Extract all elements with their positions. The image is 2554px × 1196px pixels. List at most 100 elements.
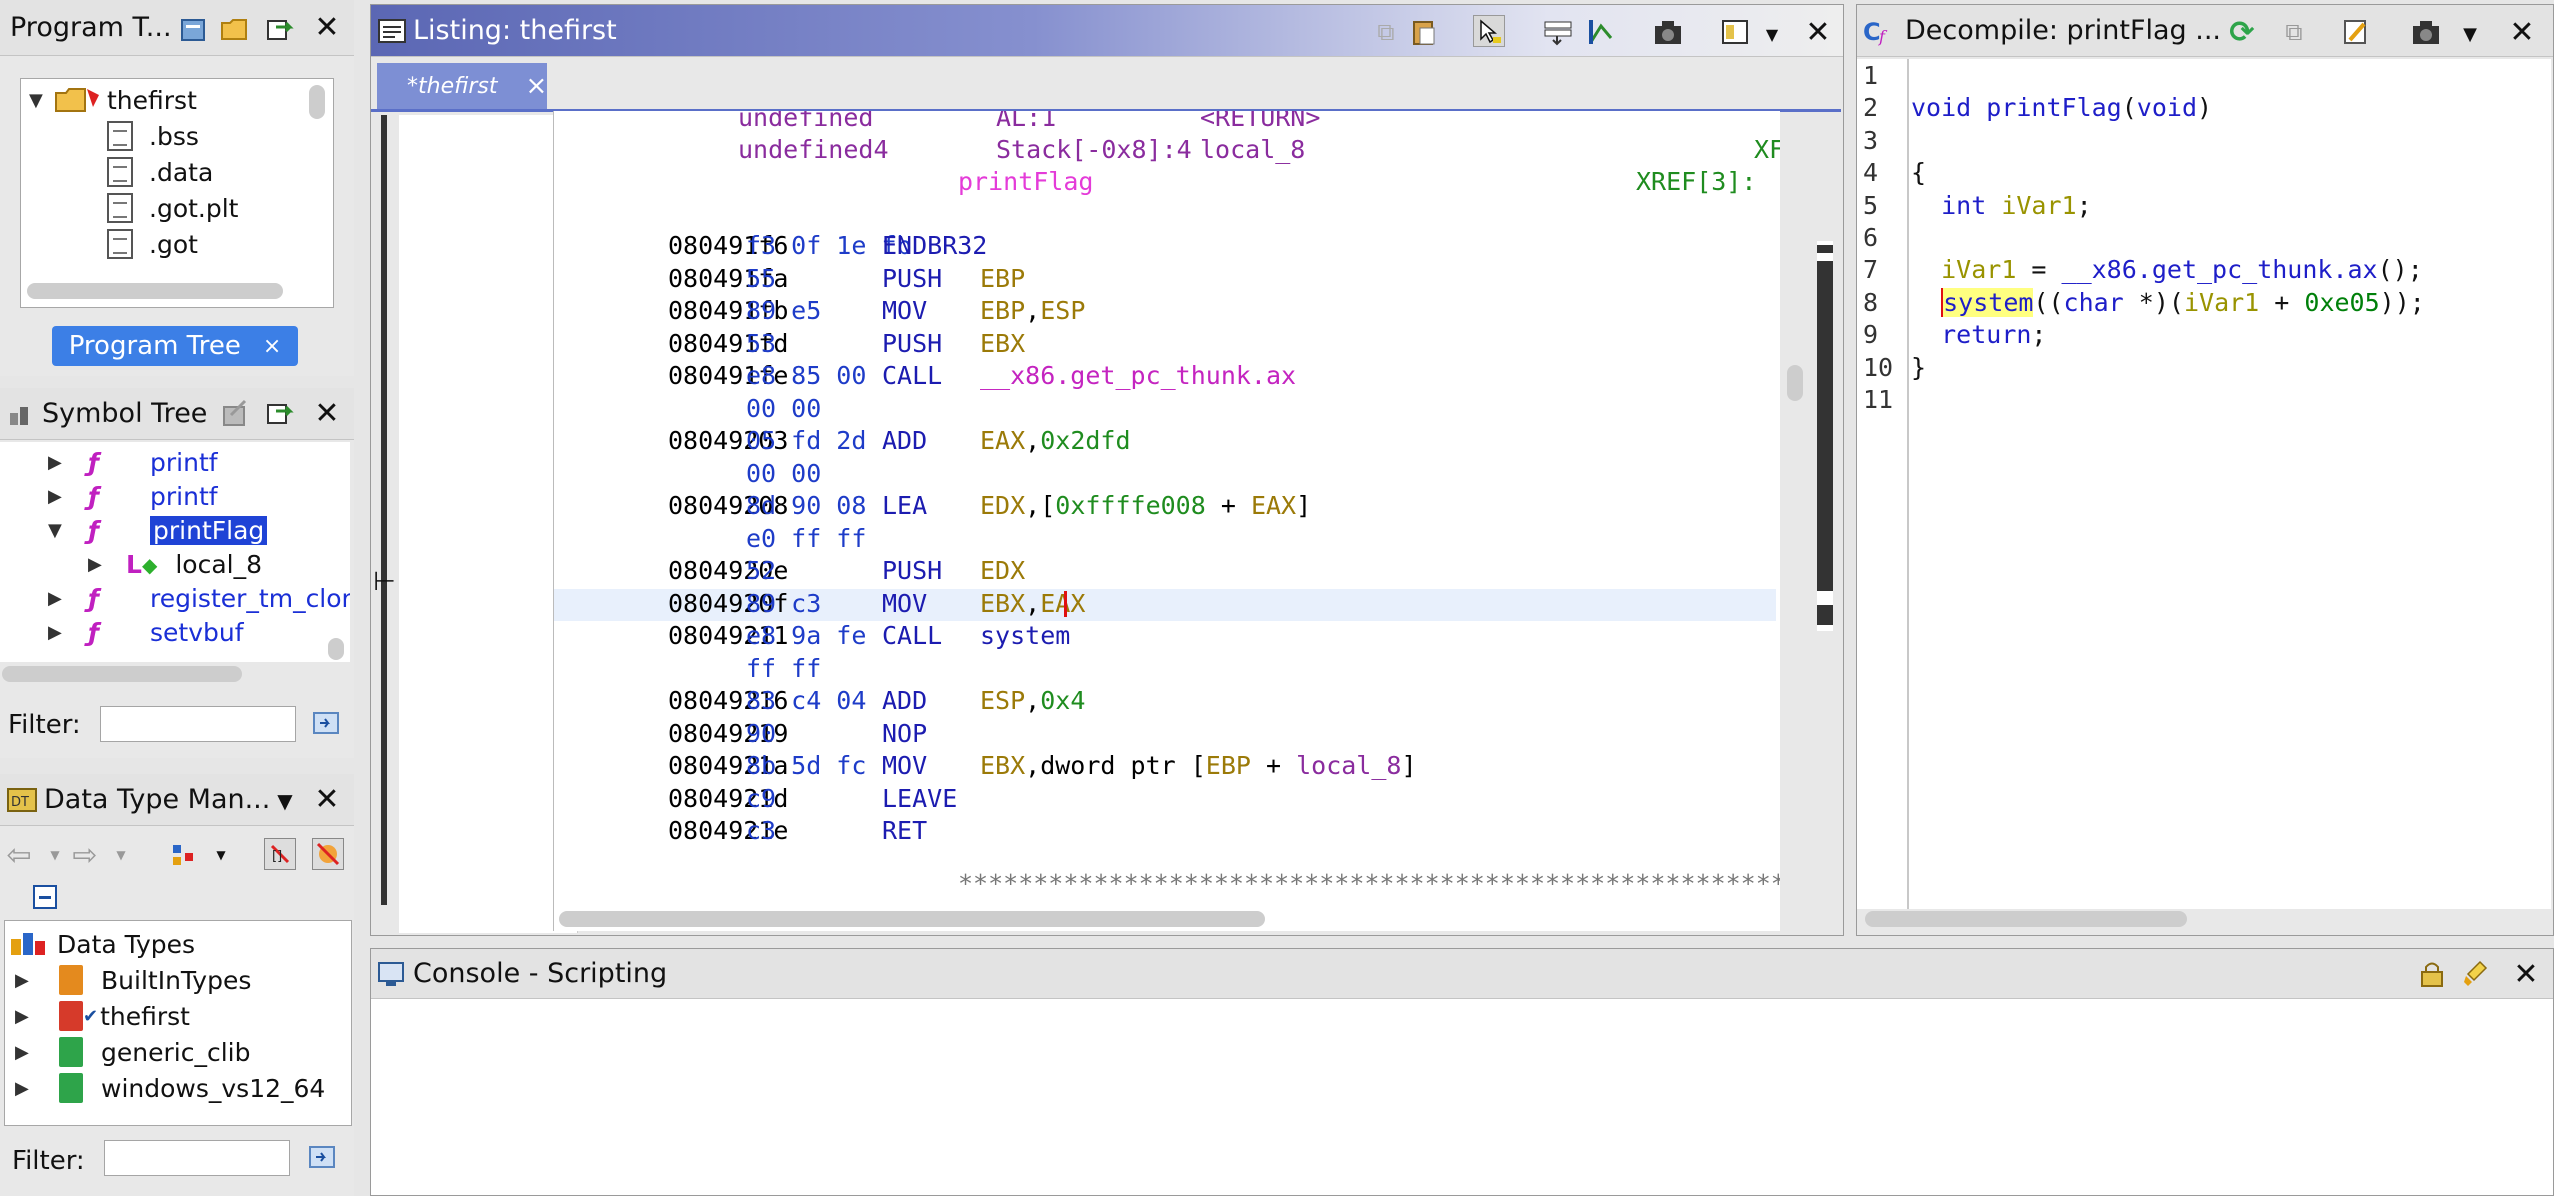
snapshot-icon[interactable] xyxy=(1653,17,1683,47)
menu-dropdown-icon[interactable]: ▼ xyxy=(270,786,300,816)
listing-code-area[interactable]: undefined AL:1 <RETURN> undefined4 Stack… xyxy=(553,111,1780,931)
listing-tab[interactable]: *thefirst × xyxy=(377,63,547,109)
folder-icon[interactable] xyxy=(220,14,250,44)
instruction-operands[interactable]: __x86.get_pc_thunk.ax xyxy=(980,361,1296,390)
tree-item-got[interactable]: .got xyxy=(107,229,198,259)
instruction-row[interactable]: 08049208 8d 90 08 LEA EDX,[0xffffe008 + EAX… xyxy=(554,491,1776,523)
instruction-row[interactable]: 08049216 83 c4 04 ADD ESP,0x4 xyxy=(554,686,1776,718)
tree-item-bss[interactable]: .bss xyxy=(107,121,199,151)
instruction-row-continuation[interactable]: 00 00 xyxy=(554,459,1776,491)
expand-icon[interactable]: ▶ xyxy=(48,588,72,609)
instruction-row[interactable]: 0804920e 52 PUSH EDX xyxy=(554,556,1776,588)
function-label[interactable]: printFlag xyxy=(958,167,1093,196)
paste-icon[interactable] xyxy=(1409,17,1439,47)
forward-dropdown-icon[interactable]: ▼ xyxy=(106,840,136,870)
expand-icon[interactable]: ▶ xyxy=(48,486,72,507)
instruction-row[interactable]: 08049211 e8 9a fe CALL system xyxy=(554,621,1776,653)
close-icon[interactable]: ✕ xyxy=(312,10,342,45)
expand-icon[interactable]: ▶ xyxy=(15,1078,39,1099)
filter-options-icon[interactable] xyxy=(308,1142,338,1172)
decompile-horizontal-scrollbar[interactable] xyxy=(1865,911,2187,927)
tree-root-thefirst[interactable]: ▼ thefirst xyxy=(29,85,197,115)
instruction-row[interactable]: 08049219 90 NOP xyxy=(554,719,1776,751)
instruction-operands[interactable]: EBX,EAX xyxy=(980,589,1085,618)
vertical-scrollbar[interactable] xyxy=(309,85,325,119)
instruction-operands[interactable]: EBX xyxy=(980,329,1025,358)
archive-dropdown-icon[interactable]: ▼ xyxy=(206,840,236,870)
navigate-icon[interactable] xyxy=(264,398,294,428)
console-titlebar[interactable]: Console - Scripting xyxy=(371,949,2553,999)
expand-icon[interactable]: ▶ xyxy=(48,452,72,473)
horizontal-scrollbar[interactable] xyxy=(2,666,242,682)
data-type-manager-titlebar[interactable]: DT Data Type Man... xyxy=(0,774,354,826)
edit-icon[interactable] xyxy=(220,398,250,428)
close-icon[interactable]: ✕ xyxy=(2511,957,2541,992)
symbol-item[interactable]: ▶ ƒ printf xyxy=(48,482,218,511)
instruction-row[interactable]: 0804921a 8b 5d fc MOV EBX,dword ptr [EBP + … xyxy=(554,751,1776,783)
filter-pointers-icon[interactable] xyxy=(312,838,344,870)
instruction-operands[interactable]: EBP,ESP xyxy=(980,296,1085,325)
instruction-row[interactable]: 080491fe e8 85 00 CALL __x86.get_pc_thunk.a… xyxy=(554,361,1776,393)
collapse-all-icon[interactable] xyxy=(30,882,60,912)
collapse-icon[interactable]: ▼ xyxy=(48,520,72,541)
instruction-operands[interactable]: system xyxy=(980,621,1070,650)
flow-arrows-icon[interactable] xyxy=(1587,17,1617,47)
dropdown-icon[interactable]: ▼ xyxy=(2455,19,2485,49)
code-line[interactable]: iVar1 = __x86.get_pc_thunk.ax(); xyxy=(1911,255,2423,284)
tab-close-icon[interactable]: × xyxy=(525,71,547,101)
expand-icon[interactable]: ▶ xyxy=(15,1042,39,1063)
data-types-root[interactable]: Data Types xyxy=(9,929,195,959)
edit-signature-icon[interactable] xyxy=(2341,17,2371,47)
expand-icon[interactable]: ▶ xyxy=(15,970,39,991)
close-icon[interactable]: ✕ xyxy=(312,396,342,431)
instruction-operands[interactable]: EBX,dword ptr [EBP + local_8] xyxy=(980,751,1417,780)
instruction-row-continuation[interactable]: ff ff xyxy=(554,654,1776,686)
close-icon[interactable]: ✕ xyxy=(312,782,342,817)
copy-icon[interactable]: ⧉ xyxy=(2279,17,2309,47)
snapshot-icon[interactable] xyxy=(2411,17,2441,47)
instruction-row-continuation[interactable]: 00 00 xyxy=(554,394,1776,426)
tree-item-gotplt[interactable]: .got.plt xyxy=(107,193,238,223)
expand-icon[interactable]: ▶ xyxy=(88,554,112,575)
close-icon[interactable]: ✕ xyxy=(2507,15,2537,50)
listing-titlebar[interactable]: Listing: thefirst xyxy=(371,5,1843,57)
symbol-item[interactable]: ▶ ƒ setvbuf xyxy=(48,618,244,647)
scroll-lock-icon[interactable] xyxy=(2417,959,2447,989)
data-type-filter-input[interactable] xyxy=(104,1140,290,1176)
data-type-archive-item[interactable]: ▶ generic_clib xyxy=(15,1037,250,1067)
code-line[interactable]: system((char *)(iVar1 + 0xe05)); xyxy=(1911,287,2425,317)
symbol-item[interactable]: ▶ ƒ printf xyxy=(48,448,218,477)
clear-console-icon[interactable] xyxy=(2461,959,2491,989)
instruction-row[interactable]: 0804920f 89 c3 MOV EBX,EAX xyxy=(554,588,1776,621)
instruction-row[interactable]: 080491f6 f3 0f 1e fb ENDBR32 xyxy=(554,231,1776,263)
instruction-row[interactable]: 0804921e c3 RET xyxy=(554,816,1776,848)
symbol-item-child[interactable]: ▶ L ◆ local_8 xyxy=(88,550,262,579)
filter-options-icon[interactable] xyxy=(312,708,342,738)
back-arrow-icon[interactable]: ⇦ xyxy=(4,838,34,873)
refresh-icon[interactable]: ⟳ xyxy=(2227,15,2257,50)
instruction-operands[interactable]: EDX xyxy=(980,556,1025,585)
expand-icon[interactable]: ▼ xyxy=(29,90,53,111)
back-dropdown-icon[interactable]: ▼ xyxy=(40,840,70,870)
program-tree-tab[interactable]: Program Tree × xyxy=(52,326,298,366)
archive-icon[interactable] xyxy=(170,840,200,870)
instruction-row[interactable]: 0804921d c9 LEAVE xyxy=(554,784,1776,816)
data-type-archive-item[interactable]: ▶ ✔ thefirst xyxy=(15,1001,190,1031)
code-line[interactable]: int iVar1; xyxy=(1911,191,2092,220)
symbol-tree-titlebar[interactable]: Symbol Tree xyxy=(0,388,354,440)
cursor-select-icon[interactable] xyxy=(1473,15,1505,47)
edit-fields-icon[interactable] xyxy=(1543,17,1573,47)
listing-vertical-scrollbar[interactable] xyxy=(1787,365,1803,401)
code-line[interactable]: void printFlag(void) xyxy=(1911,93,2212,122)
navigate-icon[interactable] xyxy=(264,14,294,44)
symbol-item[interactable]: ▶ ƒ register_tm_clon xyxy=(48,584,350,613)
symbol-item-selected[interactable]: ▼ ƒ printFlag xyxy=(48,516,268,545)
instruction-row[interactable]: 080491fb 89 e5 MOV EBP,ESP xyxy=(554,296,1776,328)
instruction-row[interactable]: 080491fd 53 PUSH EBX xyxy=(554,329,1776,361)
symbol-filter-input[interactable] xyxy=(100,706,296,742)
instruction-row[interactable]: 08049203 05 fd 2d ADD EAX,0x2dfd xyxy=(554,426,1776,458)
listing-horizontal-scrollbar[interactable] xyxy=(559,911,1265,927)
instruction-row-continuation[interactable]: e0 ff ff xyxy=(554,524,1776,556)
vertical-scrollbar[interactable] xyxy=(328,638,344,660)
instruction-operands[interactable]: EAX,0x2dfd xyxy=(980,426,1131,455)
